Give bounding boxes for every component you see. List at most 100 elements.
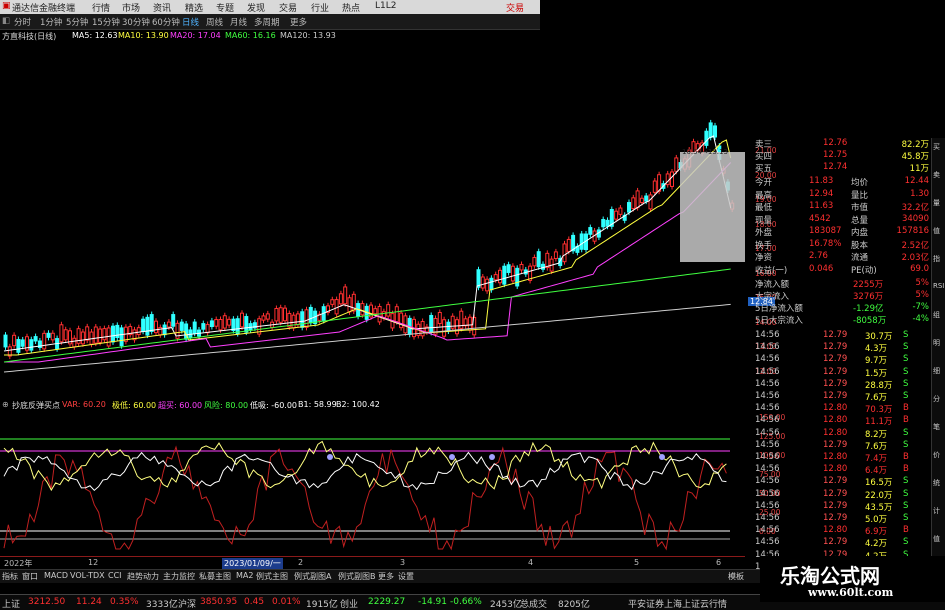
quote-row: 5日净流入额 -1.29亿 -7%: [753, 302, 931, 314]
quote-row: 今开 11.83 均价 12.44: [753, 176, 931, 188]
tab-example-main[interactable]: 例式主图: [256, 571, 288, 582]
tab-macd[interactable]: MACD: [44, 571, 68, 580]
sidebar-item[interactable]: 分: [933, 394, 940, 404]
sidebar-item[interactable]: 组: [933, 310, 940, 320]
menu-topic[interactable]: 专题: [216, 1, 234, 14]
sidebar-item[interactable]: 卖: [933, 170, 940, 180]
tick-volume: 30.7万: [865, 332, 893, 342]
candle: [652, 180, 657, 193]
candle: [536, 251, 541, 268]
menu-exchange[interactable]: 市场: [122, 1, 140, 14]
date-label: 3: [400, 558, 406, 567]
tick-volume: 7.6万: [865, 393, 888, 403]
sidebar-item[interactable]: 明: [933, 338, 940, 348]
indicator-legend: ⊕ 抄底反弹买点 VAR: 60.20 极低: 60.00 超买: 60.00 …: [0, 399, 745, 411]
candle: [605, 219, 610, 227]
flow-label: 大宗流入: [755, 292, 790, 302]
tab-trend[interactable]: 趋势动力: [127, 571, 159, 582]
menu-hotspot[interactable]: 热点: [342, 1, 360, 14]
candlestick-chart[interactable]: 10.54→15.13: [0, 42, 745, 397]
tab-monthly[interactable]: 月线: [230, 16, 247, 28]
menu-news[interactable]: 资讯: [153, 1, 171, 14]
tab-vol-tdx[interactable]: VOL-TDX: [70, 571, 105, 580]
tab-example-sub-b[interactable]: 例式副图B: [338, 571, 376, 582]
tab-1min[interactable]: 1分钟: [40, 16, 62, 28]
candle: [399, 312, 404, 329]
sidebar-item[interactable]: 细: [933, 366, 940, 376]
tab-example-sub-a[interactable]: 例式副图A: [294, 571, 331, 582]
indicator-chart[interactable]: [0, 411, 745, 554]
menu-l1l2[interactable]: L1L2: [375, 1, 396, 11]
status-item: 3212.50: [28, 597, 66, 607]
stat-label: 净资: [755, 253, 773, 263]
tab-intraday[interactable]: 分时: [14, 16, 31, 28]
candle: [63, 329, 68, 341]
tab-private-main[interactable]: 私募主图: [199, 571, 231, 582]
tab-template[interactable]: 模板: [728, 571, 744, 582]
indicator-toggle-icon[interactable]: ⊕: [2, 400, 9, 409]
candle: [16, 339, 21, 353]
tab-more-indicators[interactable]: 更多: [378, 571, 394, 582]
menu-industry[interactable]: 行业: [311, 1, 329, 14]
tab-weekly[interactable]: 周线: [206, 16, 223, 28]
tab-daily[interactable]: 日线: [182, 16, 199, 28]
quote-row: 14:56 12.79 28.8万 S: [753, 379, 931, 391]
tab-ma2[interactable]: MA2: [236, 571, 253, 580]
toggle-icon[interactable]: ◧: [2, 16, 10, 26]
date-label: 12: [88, 558, 99, 567]
candle: [394, 306, 399, 323]
status-item: 11.24: [76, 597, 102, 607]
candle: [149, 314, 154, 332]
stat-value: 4542: [809, 213, 831, 224]
tick-volume: 22.0万: [865, 490, 893, 501]
tab-15min[interactable]: 15分钟: [92, 16, 120, 28]
sidebar-item[interactable]: 笔: [933, 422, 940, 432]
menu-trade[interactable]: 交易: [279, 1, 297, 14]
tab-5min[interactable]: 5分钟: [66, 16, 88, 28]
candle: [515, 267, 520, 287]
candle: [334, 299, 339, 315]
tab-60min[interactable]: 60分钟: [152, 16, 180, 28]
menu-market[interactable]: 行情: [92, 1, 110, 14]
candle: [338, 293, 343, 305]
sidebar-item[interactable]: 统: [933, 478, 940, 488]
tab-indicator[interactable]: 指标: [2, 571, 18, 582]
candle: [179, 321, 184, 331]
tick-volume: 9.7万: [865, 356, 888, 367]
sidebar-item[interactable]: 计: [933, 506, 940, 516]
stat-label: 量比: [851, 190, 869, 201]
tab-main-monitor[interactable]: 主力监控: [163, 571, 195, 582]
sidebar-item[interactable]: RSI: [933, 282, 944, 290]
tab-cci[interactable]: CCI: [108, 571, 122, 580]
menu-discover[interactable]: 发现: [247, 1, 265, 14]
candle: [50, 332, 55, 341]
stat-label: 现量: [755, 215, 773, 226]
tick-side: S: [903, 488, 909, 499]
candle: [261, 315, 266, 321]
tab-window[interactable]: 窗口: [22, 571, 38, 582]
quote-row: 14:56 12.79 5.0万 S: [753, 513, 931, 525]
sidebar-item[interactable]: 买: [933, 142, 940, 152]
sidebar-item[interactable]: 值: [933, 226, 940, 236]
tab-multi-period[interactable]: 多周期: [254, 16, 280, 28]
menu-featured[interactable]: 精选: [185, 1, 203, 14]
trade-button[interactable]: 交易: [506, 1, 524, 14]
stat-value: 34090: [901, 213, 929, 224]
tick-price: 12.80: [823, 415, 848, 426]
watermark-url: www.60lt.com: [808, 586, 894, 599]
tab-more[interactable]: 更多: [290, 16, 307, 28]
sidebar-item[interactable]: 价: [933, 450, 940, 460]
tab-30min[interactable]: 30分钟: [122, 16, 150, 28]
tick-time: 14:56: [755, 342, 780, 353]
candle: [437, 312, 442, 324]
sidebar-item[interactable]: 量: [933, 198, 940, 208]
sidebar-item[interactable]: 值: [933, 534, 940, 544]
stat-value: 2.52亿: [901, 240, 929, 251]
selection-popup[interactable]: [680, 152, 745, 262]
candles-group: [3, 119, 735, 360]
sidebar-item[interactable]: 指: [933, 254, 940, 264]
tick-volume: 1.5万: [865, 368, 888, 379]
candle: [566, 238, 571, 252]
candle: [59, 324, 64, 343]
tab-settings[interactable]: 设置: [398, 571, 414, 582]
